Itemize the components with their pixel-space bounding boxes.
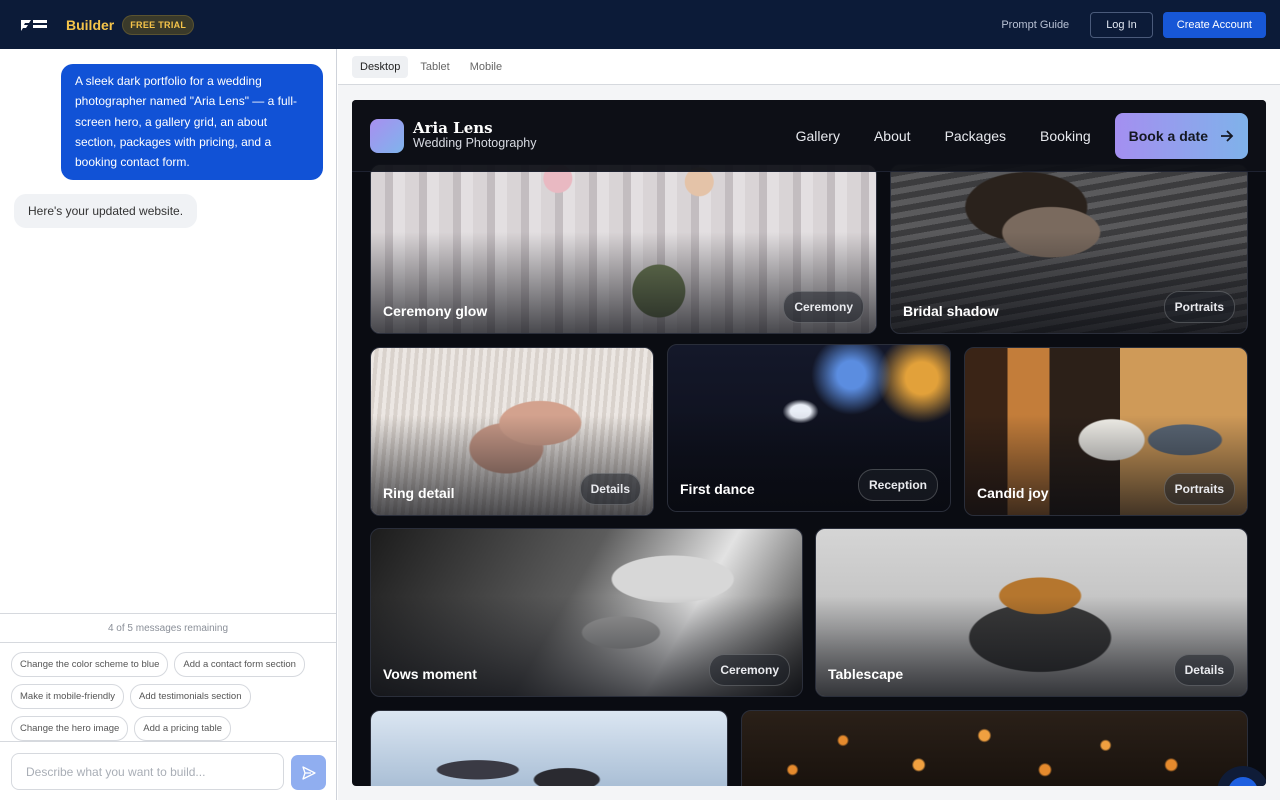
- gallery-tile-tag: Portraits: [1163, 291, 1235, 323]
- site-title[interactable]: Aria Lens: [413, 120, 536, 136]
- gallery-tile-tag: Ceremony: [709, 654, 790, 686]
- gallery-tile[interactable]: [370, 710, 728, 786]
- prompt-area: [0, 741, 336, 800]
- send-icon: [301, 765, 316, 780]
- chat-panel: A sleek dark portfolio for a wedding pho…: [0, 49, 337, 800]
- gallery-tile-title: Candid joy: [977, 485, 1049, 501]
- suggestion-chip[interactable]: Change the hero image: [11, 716, 129, 741]
- gallery-tile-tag: Ceremony: [783, 291, 864, 323]
- book-date-label: Book a date: [1128, 127, 1208, 144]
- nav-gallery[interactable]: Gallery: [796, 128, 840, 144]
- suggestion-chip[interactable]: Add a pricing table: [134, 716, 231, 741]
- gallery-tile[interactable]: Ceremony glow Ceremony: [370, 164, 877, 334]
- suggestion-chip[interactable]: Add testimonials section: [130, 684, 251, 709]
- gallery-tile[interactable]: Vows moment Ceremony: [370, 528, 803, 697]
- suggestion-chip[interactable]: Change the color scheme to blue: [11, 652, 169, 677]
- suggestion-chips: Change the color scheme to blue Add a co…: [11, 652, 331, 741]
- assistant-message: Here's your updated website.: [14, 194, 198, 228]
- user-message: A sleek dark portfolio for a wedding pho…: [61, 64, 323, 181]
- suggestion-chip[interactable]: Make it mobile-friendly: [11, 684, 125, 709]
- brand-name[interactable]: Builder: [66, 17, 114, 33]
- chat-icon: [1235, 784, 1251, 786]
- login-button[interactable]: Log In: [1090, 11, 1153, 38]
- gallery-tile-title: First dance: [680, 481, 755, 497]
- create-account-button[interactable]: Create Account: [1162, 11, 1266, 38]
- nav-packages[interactable]: Packages: [945, 128, 1006, 144]
- site-nav: Aria Lens Wedding Photography Gallery Ab…: [352, 100, 1266, 172]
- gallery-tile-tag: Details: [579, 473, 641, 505]
- prompt-input[interactable]: [11, 753, 284, 790]
- preview-panel: Desktop Tablet Mobile Aria Lens Wedding …: [338, 49, 1280, 800]
- site-preview: Aria Lens Wedding Photography Gallery Ab…: [352, 100, 1266, 786]
- gallery-tile-title: Vows moment: [383, 666, 477, 682]
- messages-remaining: 4 of 5 messages remaining: [0, 613, 336, 643]
- gallery-tile[interactable]: Candid joy Portraits: [964, 347, 1248, 516]
- gallery-tile-title: Ring detail: [383, 485, 455, 501]
- nav-about[interactable]: About: [874, 128, 911, 144]
- gallery-tile-tag: Details: [1173, 654, 1235, 686]
- gallery-tile-title: Bridal shadow: [903, 303, 999, 319]
- top-bar: Builder FREE TRIAL Prompt Guide Log In C…: [0, 0, 1280, 49]
- site-logo-icon[interactable]: [370, 118, 404, 153]
- gallery-tile[interactable]: [741, 710, 1248, 786]
- brand-logo-icon[interactable]: [20, 17, 48, 33]
- site-subtitle: Wedding Photography: [413, 136, 537, 150]
- gallery-tile[interactable]: Ring detail Details: [370, 347, 654, 516]
- gallery-tile[interactable]: First dance Reception: [667, 344, 951, 512]
- gallery-tile-title: Tablescape: [828, 666, 904, 682]
- book-date-button[interactable]: Book a date: [1114, 112, 1248, 159]
- gallery-tile-tag: Reception: [857, 469, 938, 501]
- prompt-guide-link[interactable]: Prompt Guide: [1001, 19, 1069, 31]
- nav-booking[interactable]: Booking: [1040, 128, 1091, 144]
- gallery-tile-title: Ceremony glow: [383, 303, 488, 319]
- gallery-tile[interactable]: Tablescape Details: [815, 528, 1248, 697]
- suggestion-chip[interactable]: Add a contact form section: [174, 652, 305, 677]
- tab-desktop[interactable]: Desktop: [352, 55, 409, 78]
- free-trial-badge: FREE TRIAL: [122, 14, 195, 35]
- arrow-right-icon: [1221, 129, 1234, 142]
- gallery-tile[interactable]: Bridal shadow Portraits: [890, 164, 1248, 334]
- device-tabs: Desktop Tablet Mobile: [338, 49, 1280, 85]
- tab-mobile[interactable]: Mobile: [462, 56, 510, 78]
- gallery-tile-tag: Portraits: [1163, 473, 1235, 505]
- send-button[interactable]: [291, 755, 326, 790]
- tab-tablet[interactable]: Tablet: [412, 56, 457, 78]
